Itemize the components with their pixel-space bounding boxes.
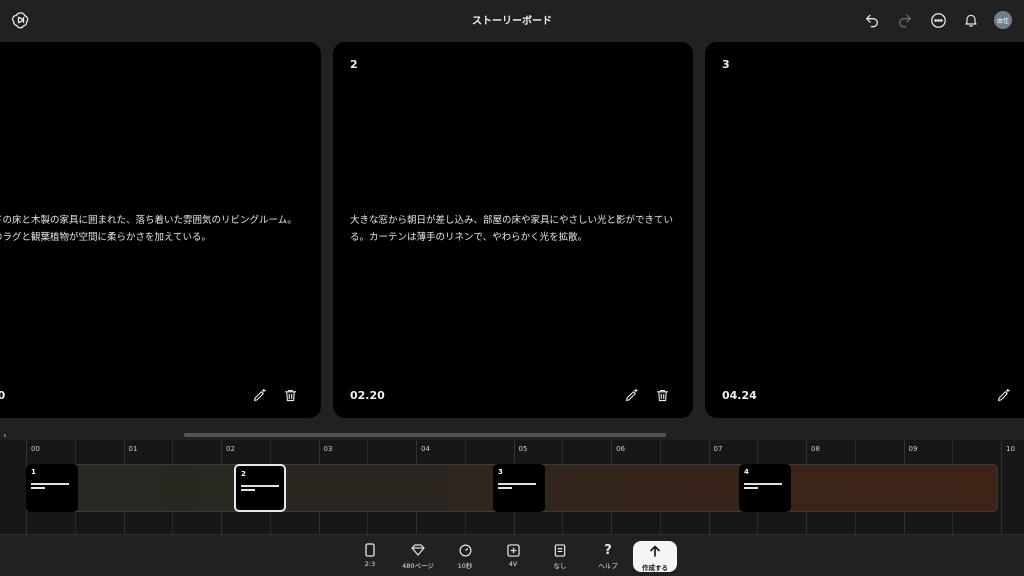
scroll-edge [4,434,6,437]
more-icon[interactable] [928,10,948,30]
trash-icon[interactable] [653,386,671,404]
diamond-icon [411,542,425,558]
question-icon: ? [604,542,612,558]
aspect-ratio-label: 2:3 [364,560,376,568]
ruler-tick-label: 00 [31,445,40,453]
help-label: ヘルプ [598,562,618,570]
horizontal-scrollbar[interactable] [184,433,666,437]
card-time: 02.20 [350,389,385,402]
clip-number: 1 [31,468,36,476]
clock-icon [459,542,472,558]
card-description: 大きな窓から朝日が差し込み、部屋の床や家具にやさしい光と影ができている。カーテン… [350,215,674,243]
card-description: ラルウッドの床と木製の家具に囲まれた、落ち着いた雰囲気のリビングルーム。ストリー… [0,215,297,243]
clip-number: 3 [498,468,503,476]
phone-icon [365,542,375,558]
card-time: 00 [0,389,6,402]
aspect-ratio-button[interactable]: 2:3 [348,542,392,572]
create-label: 作成する [642,563,668,572]
timeline-clip[interactable]: 4 [739,464,791,512]
duration-button[interactable]: 10秒 [443,542,487,572]
clip-text-line [498,487,512,489]
variations-button[interactable]: 4V [491,542,535,572]
ruler-tick-label: 04 [421,445,430,453]
clip-text-line [744,487,758,489]
ruler-tick-label: 09 [908,445,918,453]
trash-icon[interactable] [281,386,299,404]
clip-number: 4 [744,468,749,476]
ruler-tick-label: 07 [713,445,723,453]
avatar[interactable]: 由佳 [994,11,1012,29]
ruler-tick-label: 05 [518,445,528,453]
edit-icon[interactable] [994,386,1012,404]
preset-button[interactable]: なし [538,542,582,572]
card-time: 04.24 [722,389,757,402]
document-icon [554,542,566,558]
timeline-clip[interactable]: 2 [234,464,286,512]
timeline-clip[interactable]: 1 [26,464,78,512]
ruler-tick-label: 10 [1006,445,1015,453]
storyboard-card[interactable]: 2 大きな窓から朝日が差し込み、部屋の床や家具にやさしい光と影ができている。カー… [333,42,693,418]
preset-label: なし [553,562,567,570]
clip-text-line [241,485,279,487]
clip-number: 2 [241,470,246,478]
duration-label: 10秒 [457,562,473,570]
timeline-ruler: 00 01 02 03 04 05 06 07 08 09 10 [0,440,1024,460]
ruler-tick-label: 03 [323,445,333,453]
card-number: 3 [722,58,730,71]
ruler-tick-label: 02 [226,445,235,453]
redo-icon[interactable] [895,10,915,30]
ruler-tick-label: 06 [616,445,625,453]
undo-icon[interactable] [862,10,882,30]
arrow-up-icon [649,542,661,561]
timeline[interactable]: 00 01 02 03 04 05 06 07 08 09 10 1 2 3 4 [0,440,1024,534]
bell-icon[interactable] [961,10,981,30]
edit-icon[interactable] [250,386,268,404]
ruler-tick-label: 01 [128,445,138,453]
ruler-tick-label: 08 [811,445,820,453]
bottom-toolbar: 2:3 480ページ 10秒 4V なし ? ヘルプ [0,534,1024,576]
clip-text-line [241,489,255,491]
grid-icon [506,542,520,558]
variations-label: 4V [508,560,518,568]
create-button[interactable]: 作成する [633,541,677,572]
help-button[interactable]: ? ヘルプ [586,542,630,572]
storyboard-card[interactable]: 3 04.24 [705,42,1024,418]
clip-text-line [498,483,536,485]
top-bar: ストーリーボード 由佳 [0,0,1024,40]
clip-text-line [31,487,45,489]
resolution-button[interactable]: 480ページ [396,542,440,572]
clip-text-line [31,483,69,485]
edit-icon[interactable] [622,386,640,404]
storyboard-card[interactable]: ラルウッドの床と木製の家具に囲まれた、落ち着いた雰囲気のリビングルーム。ストリー… [0,42,321,418]
timeline-clip[interactable]: 3 [493,464,545,512]
resolution-label: 480ページ [402,562,434,570]
card-number: 2 [350,58,358,71]
clip-text-line [744,483,782,485]
